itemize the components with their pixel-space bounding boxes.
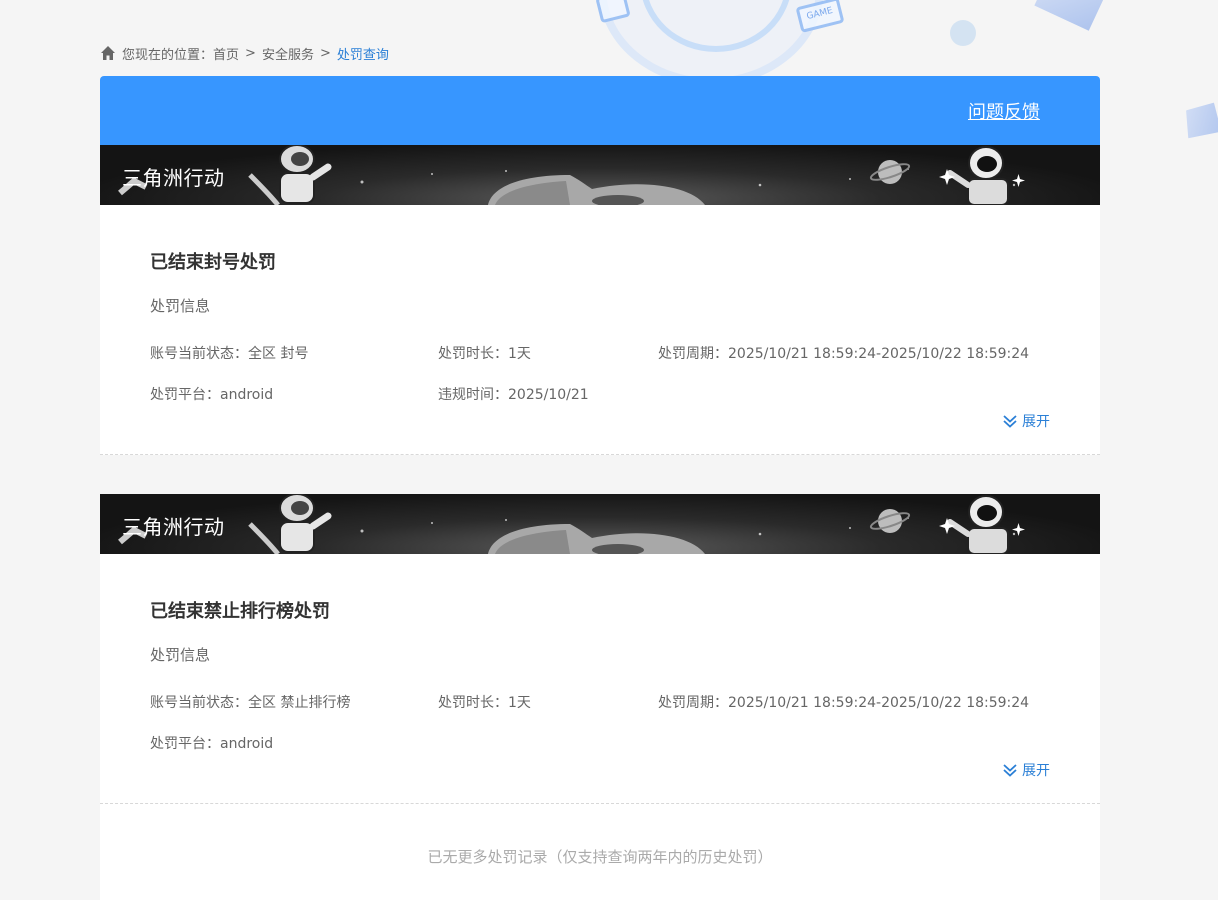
home-icon <box>101 46 115 60</box>
breadcrumb-home-link[interactable]: 首页 <box>213 44 239 63</box>
penalty-duration: 处罚时长：1天 <box>438 346 531 362</box>
section-heading: 处罚信息 <box>150 646 211 664</box>
penalty-duration: 处罚时长：1天 <box>438 695 531 711</box>
no-more-records-message: 已无更多处罚记录（仅支持查询两年内的历史处罚） <box>427 848 773 866</box>
decorative-shard <box>1176 96 1218 147</box>
account-status: 账号当前状态：全区 封号 <box>150 346 309 362</box>
card-gap <box>100 455 1100 494</box>
header-bar: 问题反馈 <box>100 76 1100 145</box>
expand-button[interactable]: 展开 <box>1002 411 1050 431</box>
penalty-period: 处罚周期：2025/10/21 18:59:24-2025/10/22 18:5… <box>658 695 1030 711</box>
decorative-game-badge: GAME <box>795 0 845 33</box>
penalty-period: 处罚周期：2025/10/21 18:59:24-2025/10/22 18:5… <box>658 346 1030 362</box>
record-title: 已结束禁止排行榜处罚 <box>150 601 330 622</box>
banner-artwork <box>118 145 1025 205</box>
game-banner: 三角洲行动 <box>100 494 1100 554</box>
penalty-platform: 处罚平台：android <box>150 387 274 403</box>
double-chevron-down-icon <box>1003 764 1017 777</box>
violation-time: 违规时间：2025/10/21 <box>438 387 589 403</box>
double-chevron-down-icon <box>1003 415 1017 428</box>
feedback-link[interactable]: 问题反馈 <box>968 98 1040 124</box>
penalty-platform: 处罚平台：android <box>150 736 274 752</box>
breadcrumb-separator: > <box>319 45 331 61</box>
expand-label: 展开 <box>1022 414 1050 430</box>
penalty-record-card: 已结束封号处罚 处罚信息 账号当前状态：全区 封号 处罚时长：1天 处罚周期：2… <box>100 205 1100 455</box>
breadcrumb-security-link[interactable]: 安全服务 <box>262 44 314 63</box>
banner-artwork <box>118 494 1025 554</box>
breadcrumb-separator: > <box>245 45 256 61</box>
decorative-dot <box>950 20 976 46</box>
breadcrumb-prefix: 您现在的位置： <box>122 47 214 63</box>
expand-label: 展开 <box>1022 763 1050 779</box>
penalty-record-card: 已结束禁止排行榜处罚 处罚信息 账号当前状态：全区 禁止排行榜 处罚时长：1天 … <box>100 554 1100 804</box>
record-title: 已结束封号处罚 <box>150 252 276 273</box>
account-status: 账号当前状态：全区 禁止排行榜 <box>150 695 351 711</box>
list-footer: 已无更多处罚记录（仅支持查询两年内的历史处罚） <box>100 804 1100 900</box>
section-heading: 处罚信息 <box>150 297 211 315</box>
game-title: 三角洲行动 <box>122 515 225 539</box>
decorative-shard <box>1034 0 1106 31</box>
expand-button[interactable]: 展开 <box>1002 760 1050 780</box>
game-title: 三角洲行动 <box>122 166 225 190</box>
breadcrumb: 您现在的位置： 首页 > 安全服务 > 处罚查询 <box>100 43 389 63</box>
game-banner: 三角洲行动 <box>100 145 1100 205</box>
breadcrumb-current[interactable]: 处罚查询 <box>337 44 389 63</box>
